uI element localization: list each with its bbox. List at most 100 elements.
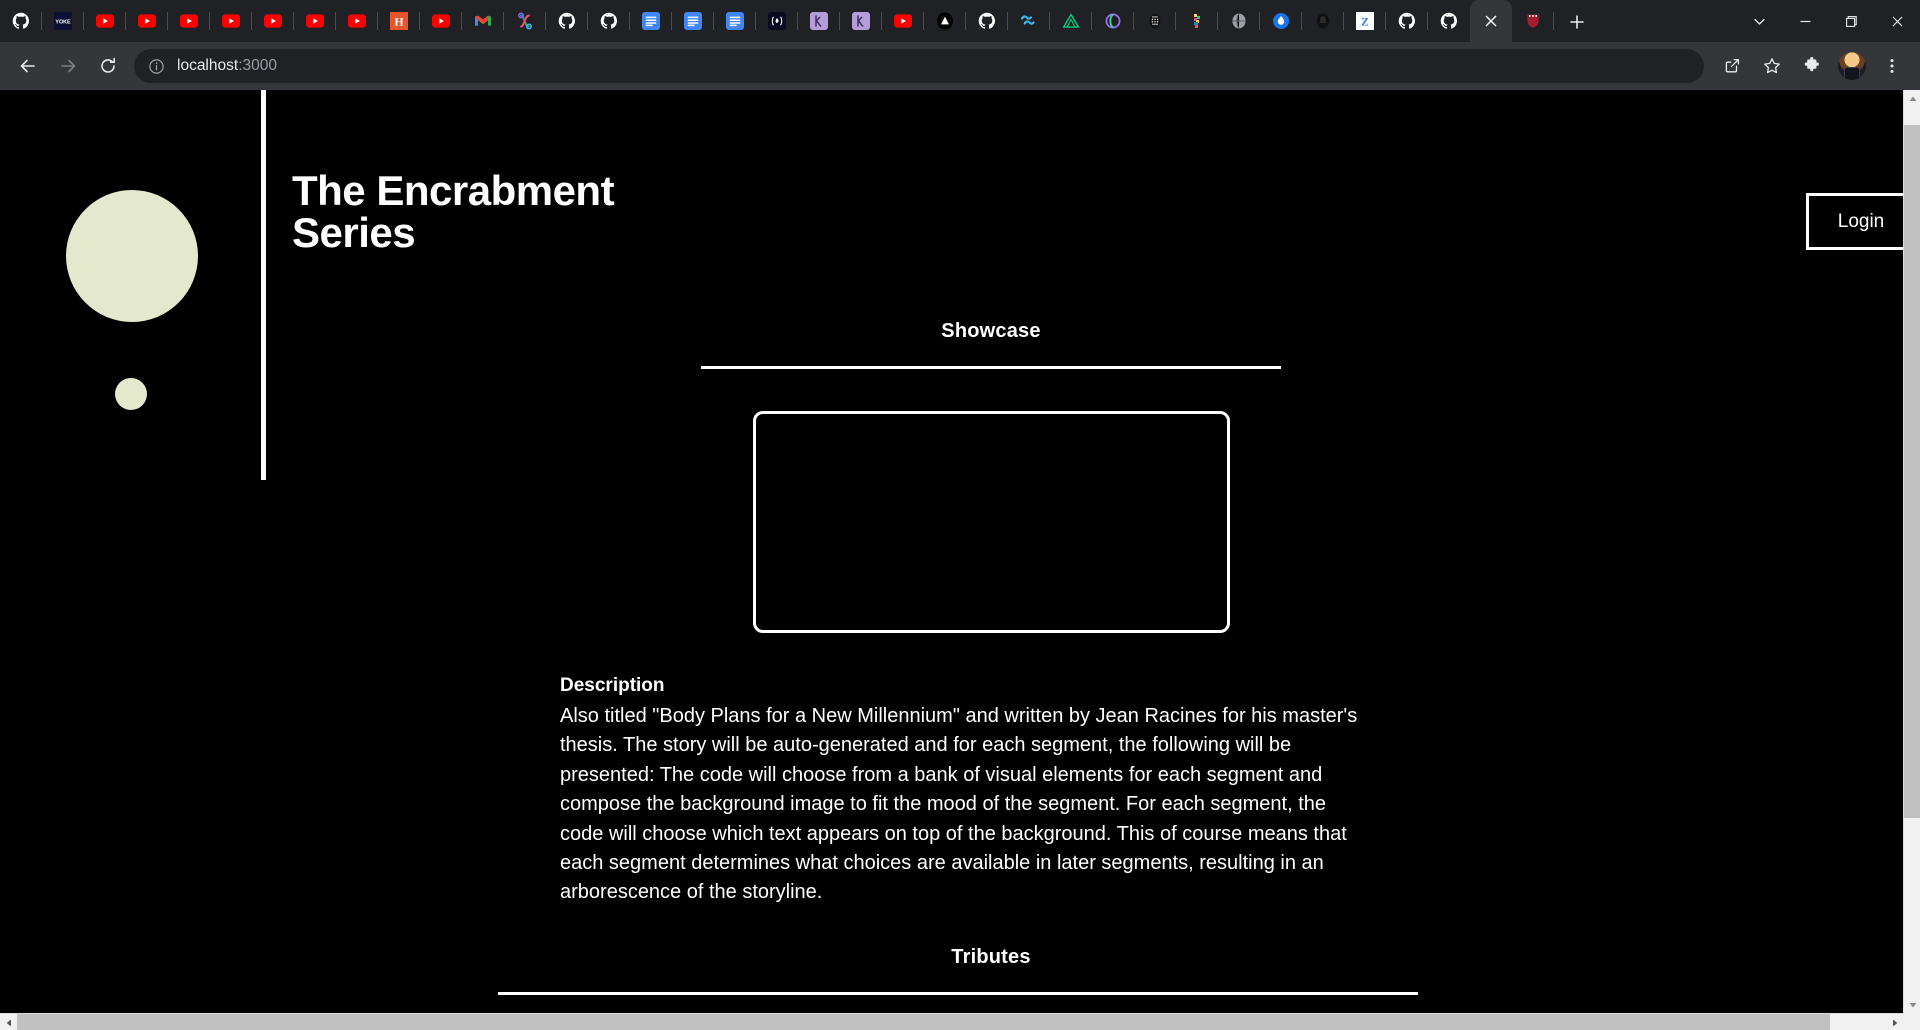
showcase-heading: Showcase [941, 320, 1041, 342]
tab-heroku-dash-1[interactable] [798, 0, 840, 42]
github-icon [12, 12, 30, 30]
profile-avatar[interactable] [1838, 52, 1866, 80]
tab-spiral[interactable] [1092, 0, 1134, 42]
showcase-media-box[interactable] [752, 411, 1230, 633]
tab-freecodecamp[interactable] [756, 0, 798, 42]
gmail-icon [474, 12, 492, 30]
wave-icon [1020, 12, 1038, 30]
tab-youtube-1[interactable] [84, 0, 126, 42]
tab-mongodb-atlas[interactable] [504, 0, 546, 42]
toolbar-actions [1712, 48, 1912, 84]
tab-github-2[interactable] [546, 0, 588, 42]
tab-black-bell[interactable] [1302, 0, 1344, 42]
login-button[interactable]: Login [1806, 193, 1903, 250]
site-info-icon[interactable] [148, 58, 165, 75]
tab-github-6[interactable] [1428, 0, 1470, 42]
tab-heroku[interactable]: H [378, 0, 420, 42]
tab-youtube-5[interactable] [252, 0, 294, 42]
vertical-scrollbar[interactable] [1903, 90, 1920, 1013]
window-controls [1736, 0, 1920, 42]
tab-vercel[interactable] [924, 0, 966, 42]
tab-youtube-3[interactable] [168, 0, 210, 42]
chrome-menu-button[interactable] [1874, 48, 1910, 84]
maximize-button[interactable] [1828, 0, 1874, 42]
tab-water-drop[interactable] [1260, 0, 1302, 42]
back-button[interactable] [10, 48, 46, 84]
github-icon [558, 12, 576, 30]
youtube-icon [264, 12, 282, 30]
reload-button[interactable] [90, 48, 126, 84]
k-purple-icon [852, 12, 870, 30]
flame-brackets-icon [768, 12, 786, 30]
github-icon [978, 12, 996, 30]
document-icon [726, 12, 744, 30]
caret-right-icon [1892, 1019, 1897, 1026]
tab-tailwind[interactable] [1008, 0, 1050, 42]
tab-youtube-2[interactable] [126, 0, 168, 42]
tab-youtube-6[interactable] [294, 0, 336, 42]
tab-active-localhost[interactable] [1470, 0, 1512, 42]
address-bar[interactable]: localhost:3000 [134, 49, 1704, 83]
tab-youtube-4[interactable] [210, 0, 252, 42]
login-button-label: Login [1837, 210, 1885, 232]
share-icon [1725, 58, 1740, 73]
web-page: The Encrabment Series Login Showcase Des… [0, 90, 1903, 1011]
tab-youtube-8[interactable] [420, 0, 462, 42]
minimize-button[interactable] [1782, 0, 1828, 42]
tab-search-button[interactable] [1736, 0, 1782, 42]
close-window-button[interactable] [1874, 0, 1920, 42]
vertical-scroll-thumb[interactable] [1904, 124, 1920, 819]
share-button[interactable] [1714, 48, 1750, 84]
tab-globe[interactable] [1218, 0, 1260, 42]
browser-toolbar: localhost:3000 [0, 42, 1920, 90]
tab-docs-2[interactable] [672, 0, 714, 42]
tab-github-4[interactable] [966, 0, 1008, 42]
youtube-icon [306, 12, 324, 30]
tab-youtube-9[interactable] [882, 0, 924, 42]
tab-gmail[interactable] [462, 0, 504, 42]
url-port: :3000 [238, 57, 277, 74]
youtube-icon [894, 12, 912, 30]
tab-dotted-ellipse[interactable] [1134, 0, 1176, 42]
tab-github-5[interactable] [1386, 0, 1428, 42]
tab-github-3[interactable] [588, 0, 630, 42]
tab-docs-1[interactable] [630, 0, 672, 42]
vertical-divider [261, 90, 266, 480]
spiral-icon [1104, 12, 1122, 30]
tab-yoke[interactable]: YOKE [42, 0, 84, 42]
github-icon [600, 12, 618, 30]
h-square-icon: H [390, 12, 408, 30]
tributes-divider [498, 991, 1418, 995]
tab-heroku-dash-2[interactable] [840, 0, 882, 42]
scroll-up-button[interactable] [1904, 90, 1920, 107]
forward-button[interactable] [50, 48, 86, 84]
llama-icon [1188, 12, 1206, 30]
star-icon [1764, 58, 1780, 74]
svg-text:Z: Z [1361, 16, 1369, 28]
large-circle-decoration [66, 190, 198, 322]
scrollbar-corner [1903, 1013, 1920, 1030]
tab-docs-3[interactable] [714, 0, 756, 42]
document-icon [684, 12, 702, 30]
horizontal-scroll-thumb[interactable] [17, 1014, 1830, 1030]
main-content: Showcase Description Also titled "Body P… [498, 320, 1422, 1011]
youtube-icon [222, 12, 240, 30]
page-viewport: The Encrabment Series Login Showcase Des… [0, 90, 1920, 1030]
scroll-right-button[interactable] [1886, 1014, 1903, 1030]
youtube-icon [180, 12, 198, 30]
scroll-left-button[interactable] [0, 1014, 17, 1030]
extensions-button[interactable] [1794, 48, 1830, 84]
horizontal-scrollbar[interactable] [0, 1013, 1903, 1030]
dotted-ellipse-icon [1146, 12, 1164, 30]
tab-zotero[interactable]: Z [1344, 0, 1386, 42]
bookmark-button[interactable] [1754, 48, 1790, 84]
tab-nuxt[interactable] [1050, 0, 1092, 42]
tab-harvard[interactable] [1512, 0, 1554, 42]
scroll-down-button[interactable] [1904, 996, 1920, 1013]
tab-youtube-7[interactable] [336, 0, 378, 42]
new-tab-button[interactable] [1560, 5, 1594, 39]
tab-github-1[interactable] [0, 0, 42, 42]
k-purple-icon [810, 12, 828, 30]
tab-llama[interactable] [1176, 0, 1218, 42]
description-heading: Description [560, 675, 665, 696]
